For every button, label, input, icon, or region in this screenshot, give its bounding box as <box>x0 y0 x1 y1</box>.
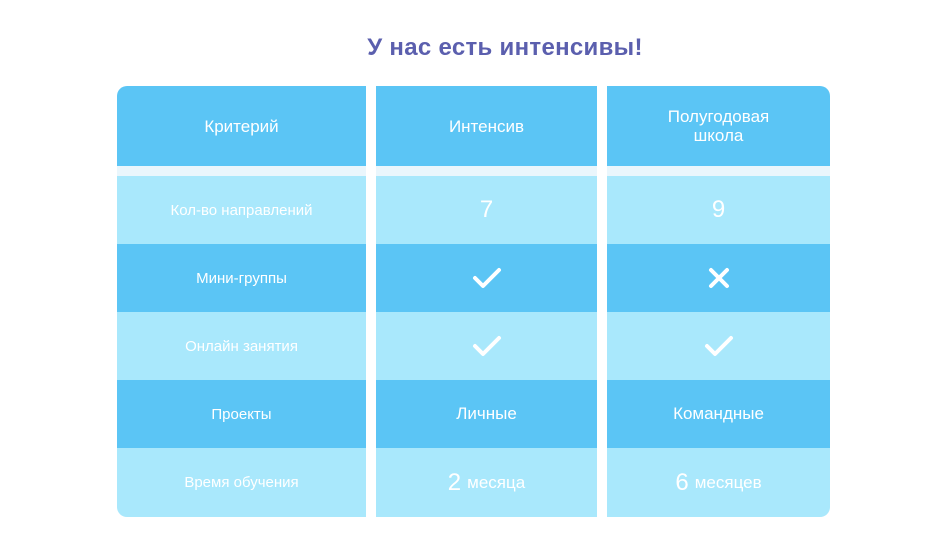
comparison-table: Критерий Интенсив Полугодовая школа Кол-… <box>117 86 830 517</box>
school-value <box>607 244 830 312</box>
table-row: Кол-во направлений 7 9 <box>117 176 830 244</box>
page-title: У нас есть интенсивы! <box>367 34 643 61</box>
school-value: 6 месяцев <box>607 448 830 517</box>
intensive-value <box>376 312 597 380</box>
intensive-value: Личные <box>376 380 597 448</box>
check-icon <box>472 336 501 356</box>
header-school: Полугодовая школа <box>607 86 830 166</box>
intensive-value <box>376 244 597 312</box>
criterion-label: Проекты <box>117 380 366 448</box>
check-icon <box>472 268 501 288</box>
intensive-value: 2 месяца <box>376 448 597 517</box>
table-header: Критерий Интенсив Полугодовая школа <box>117 86 830 166</box>
table-row: Проекты Личные Командные <box>117 380 830 448</box>
criterion-label: Кол-во направлений <box>117 176 366 244</box>
duration-number: 2 <box>447 468 462 496</box>
table-row: Онлайн занятия <box>117 312 830 380</box>
criterion-label: Онлайн занятия <box>117 312 366 380</box>
header-school-line2: школа <box>693 126 744 145</box>
header-intensive: Интенсив <box>376 86 597 166</box>
intensive-value: 7 <box>376 176 597 244</box>
header-school-line1: Полугодовая <box>667 107 770 126</box>
duration-unit: месяцев <box>694 472 762 492</box>
criterion-label: Мини-группы <box>117 244 366 312</box>
table-row: Время обучения 2 месяца 6 месяцев <box>117 448 830 517</box>
duration-unit: месяца <box>467 472 526 492</box>
table-row: Мини-группы <box>117 244 830 312</box>
school-value: 9 <box>607 176 830 244</box>
school-value: Командные <box>607 380 830 448</box>
header-divider <box>117 166 830 176</box>
school-value <box>607 312 830 380</box>
header-criterion: Критерий <box>117 86 366 166</box>
cross-icon <box>708 268 729 288</box>
duration-number: 6 <box>675 468 689 496</box>
check-icon <box>704 336 733 356</box>
criterion-label: Время обучения <box>117 448 366 517</box>
